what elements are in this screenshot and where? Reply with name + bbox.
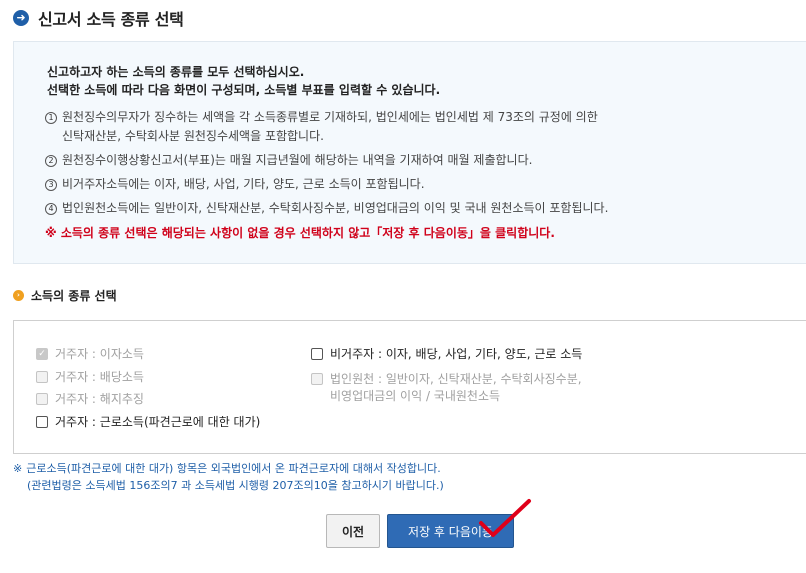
option-label: 거주자 : 해지추징 [55, 392, 144, 406]
section-title: 소득의 종류 선택 [31, 289, 117, 303]
option-resident-dividend: 거주자 : 배당소득 [36, 369, 144, 386]
income-type-options: ✓ 거주자 : 이자소득 거주자 : 배당소득 거주자 : 해지추징 거주자 :… [13, 320, 806, 454]
chevron-circle-icon: › [13, 290, 24, 301]
notice-panel: 신고하고자 하는 소득의 종류를 모두 선택하십시오. 선택한 소득에 따라 다… [13, 41, 806, 264]
notice-item: 2 원천징수이행상황신고서(부표)는 매월 지급년월에 해당하는 내역을 기재하… [45, 151, 785, 170]
circled-number: 1 [45, 112, 57, 124]
arrow-circle-icon: ➜ [13, 10, 29, 26]
footnote-line-2: (관련법령은 소득세법 156조의7 과 소득세법 시행령 207조의10을 참… [27, 479, 444, 492]
checkbox-nonresident[interactable] [311, 348, 323, 360]
notice-heading: 신고하고자 하는 소득의 종류를 모두 선택하십시오. 선택한 소득에 따라 다… [47, 63, 440, 99]
circled-number: 4 [45, 203, 57, 215]
notice-item: 3 비거주자소득에는 이자, 배당, 사업, 기타, 양도, 근로 소득이 포함… [45, 175, 785, 194]
option-label: 거주자 : 근로소득(파견근로에 대한 대가) [55, 415, 261, 429]
checkbox-corporate [311, 373, 323, 385]
notice-list: 1 원천징수의무자가 징수하는 세액을 각 소득종류별로 기재하되, 법인세에는… [45, 108, 785, 223]
save-next-button[interactable]: 저장 후 다음이동 [387, 514, 514, 548]
checkbox-resident-dispatched-labor[interactable] [36, 416, 48, 428]
checkbox-resident-dividend [36, 371, 48, 383]
notice-line-1: 신고하고자 하는 소득의 종류를 모두 선택하십시오. [47, 65, 305, 79]
notice-item-text: 비거주자소득에는 이자, 배당, 사업, 기타, 양도, 근로 소득이 포함됩니… [62, 177, 425, 191]
notice-line-2: 선택한 소득에 따라 다음 화면이 구성되며, 소득별 부표를 입력할 수 있습… [47, 83, 441, 97]
notice-item: 4 법인원천소득에는 일반이자, 신탁재산분, 수탁회사징수분, 비영업대금의 … [45, 199, 785, 218]
option-label: 법인원천 : 일반이자, 신탁재산분, 수탁회사징수분, 비영업대금의 이익 /… [330, 372, 582, 403]
notice-item: 1 원천징수의무자가 징수하는 세액을 각 소득종류별로 기재하되, 법인세에는… [45, 108, 785, 146]
page-header: ➜ 신고서 소득 종류 선택 [13, 8, 184, 29]
option-nonresident[interactable]: 비거주자 : 이자, 배당, 사업, 기타, 양도, 근로 소득 [311, 346, 582, 363]
footnote-line-1: 근로소득(파견근로에 대한 대가) 항목은 외국법인에서 온 파견근로자에 대해… [26, 462, 441, 475]
notice-warning: ※ 소득의 종류 선택은 해당되는 사항이 없을 경우 선택하지 않고「저장 후… [45, 226, 555, 240]
circled-number: 3 [45, 179, 57, 191]
checkbox-resident-retirement [36, 393, 48, 405]
page-title: 신고서 소득 종류 선택 [38, 10, 184, 29]
section-header: › 소득의 종류 선택 [13, 287, 117, 304]
prev-button[interactable]: 이전 [326, 514, 380, 548]
circled-number: 2 [45, 155, 57, 167]
footnote-mark: ※ [13, 462, 23, 475]
option-label: 거주자 : 이자소득 [55, 347, 144, 361]
option-resident-retirement: 거주자 : 해지추징 [36, 391, 144, 408]
option-resident-interest: ✓ 거주자 : 이자소득 [36, 346, 144, 363]
option-corporate: 법인원천 : 일반이자, 신탁재산분, 수탁회사징수분, 비영업대금의 이익 /… [311, 371, 582, 405]
notice-item-text: 원천징수이행상황신고서(부표)는 매월 지급년월에 해당하는 내역을 기재하여 … [62, 153, 533, 167]
notice-item-text: 원천징수의무자가 징수하는 세액을 각 소득종류별로 기재하되, 법인세에는 법… [62, 110, 598, 143]
footnote: ※ 근로소득(파견근로에 대한 대가) 항목은 외국법인에서 온 파견근로자에 대… [13, 460, 444, 494]
option-label: 거주자 : 배당소득 [55, 370, 144, 384]
checkbox-resident-interest: ✓ [36, 348, 48, 360]
option-label: 비거주자 : 이자, 배당, 사업, 기타, 양도, 근로 소득 [330, 347, 583, 361]
option-resident-dispatched-labor[interactable]: 거주자 : 근로소득(파견근로에 대한 대가) [36, 414, 260, 431]
notice-item-text: 법인원천소득에는 일반이자, 신탁재산분, 수탁회사징수분, 비영업대금의 이익… [62, 201, 609, 215]
